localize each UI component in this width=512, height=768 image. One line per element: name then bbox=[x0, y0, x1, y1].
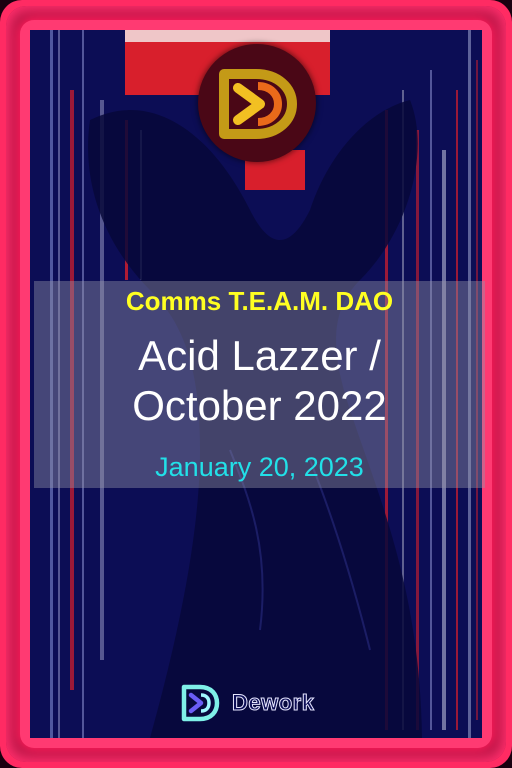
task-date: January 20, 2023 bbox=[155, 452, 364, 482]
dao-name: Comms T.E.A.M. DAO bbox=[125, 286, 394, 316]
nft-card: Comms T.E.A.M. DAO Acid Lazzer / October… bbox=[0, 0, 512, 768]
task-title: Acid Lazzer / October 2022 bbox=[34, 331, 485, 431]
brand-name: Dework bbox=[231, 690, 315, 716]
task-title-line-1: Acid Lazzer / bbox=[138, 332, 381, 379]
dao-logo bbox=[198, 44, 316, 162]
task-title-line-2: October 2022 bbox=[132, 382, 387, 429]
footer-brand: Dework bbox=[180, 682, 314, 724]
dework-logo-icon bbox=[181, 684, 220, 722]
info-panel: Comms T.E.A.M. DAO Acid Lazzer / October… bbox=[34, 281, 485, 488]
dework-d-logo-icon bbox=[219, 69, 297, 139]
